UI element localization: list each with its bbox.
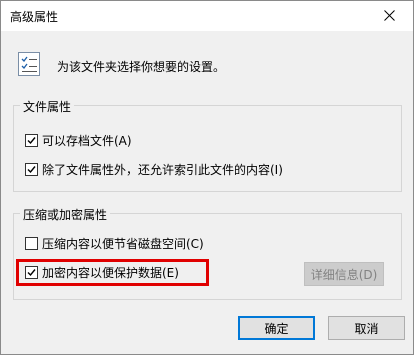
checkbox-box[interactable] xyxy=(25,133,38,147)
file-attributes-icon xyxy=(18,52,40,76)
close-button[interactable] xyxy=(367,1,413,31)
archive-checkbox-label: 可以存档文件(A) xyxy=(42,133,132,148)
title-bar: 高级属性 xyxy=(1,1,413,31)
file-attributes-group: 文件属性 可以存档文件(A) 除了文件属性外，还允许索引此文件的内容(I) xyxy=(13,98,402,192)
header-description: 为该文件夹选择你想要的设置。 xyxy=(57,60,226,74)
index-checkbox-label: 除了文件属性外，还允许索引此文件的内容(I) xyxy=(42,162,283,177)
ok-button[interactable]: 确定 xyxy=(238,316,315,340)
checkbox-box[interactable] xyxy=(25,236,38,250)
checkmark-icon xyxy=(27,136,36,144)
advanced-attributes-dialog: 高级属性 为该文件夹选择你想要的设置。 文件属性 可以存档文件(A) 除了文件属… xyxy=(0,0,414,355)
compress-checkbox[interactable]: 压缩内容以便节省磁盘空间(C) xyxy=(25,235,204,251)
compress-encrypt-group: 压缩或加密属性 压缩内容以便节省磁盘空间(C) 加密内容以便保护数据(E) 详细… xyxy=(13,206,402,300)
encrypt-highlight-box xyxy=(16,259,209,286)
cancel-button[interactable]: 取消 xyxy=(328,316,405,340)
checkmark-icon xyxy=(27,165,36,173)
index-checkbox[interactable]: 除了文件属性外，还允许索引此文件的内容(I) xyxy=(25,161,283,177)
checkbox-box[interactable] xyxy=(25,162,38,176)
compress-encrypt-title: 压缩或加密属性 xyxy=(20,206,111,223)
close-icon xyxy=(384,10,395,21)
archive-checkbox[interactable]: 可以存档文件(A) xyxy=(25,132,132,148)
compress-checkbox-label: 压缩内容以便节省磁盘空间(C) xyxy=(42,236,204,251)
file-attributes-title: 文件属性 xyxy=(20,98,75,115)
window-title: 高级属性 xyxy=(10,10,59,24)
details-button[interactable]: 详细信息(D) xyxy=(304,262,384,286)
